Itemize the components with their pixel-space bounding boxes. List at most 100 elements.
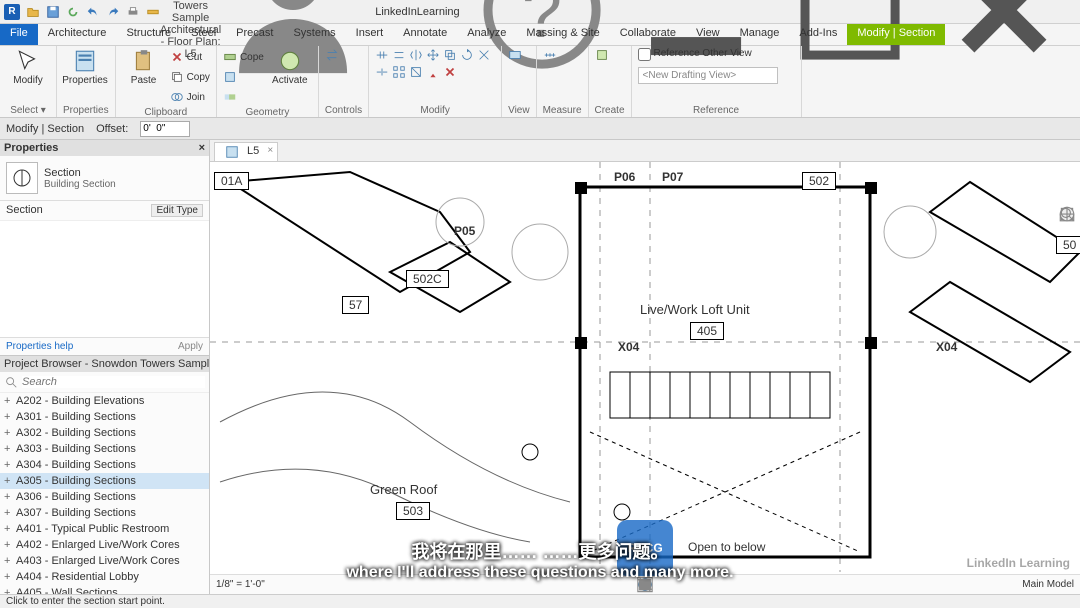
cut-geom-button[interactable] — [223, 68, 264, 86]
annotation: Open to below — [688, 540, 765, 554]
tab-close-icon[interactable]: × — [267, 145, 273, 156]
project-browser-item[interactable]: A401 - Typical Public Restroom — [0, 521, 209, 537]
context-label: Modify | Section — [6, 123, 84, 135]
grid-label: P06 — [614, 170, 635, 184]
canvas[interactable]: P06 P07 P05 01A 502 50 502C 57 X04 X04 L… — [210, 162, 1080, 594]
ref-view-dropdown[interactable]: <New Drafting View> — [638, 67, 778, 84]
project-browser-item[interactable]: A402 - Enlarged Live/Work Cores — [0, 537, 209, 553]
ribbon-group-properties: Properties Properties — [57, 46, 116, 117]
search-icon — [4, 375, 18, 389]
tab-insert[interactable]: Insert — [346, 24, 394, 45]
edit-type-button[interactable]: Edit Type — [151, 204, 203, 217]
cut-geom-icon — [223, 70, 237, 84]
left-panels: Properties× Section Building Section Sec… — [0, 140, 210, 594]
array-icon[interactable] — [392, 65, 406, 79]
properties-label: Properties — [62, 76, 108, 86]
panel-close-icon[interactable]: × — [199, 142, 205, 154]
cope-button[interactable]: Cope — [223, 48, 264, 66]
pin-icon[interactable] — [426, 65, 440, 79]
view-control-bar: 1/8" = 1'-0" Main Model — [210, 574, 1080, 594]
print-icon[interactable] — [126, 5, 140, 19]
cut-icon — [170, 50, 184, 64]
trim-icon[interactable] — [477, 48, 491, 62]
join-button[interactable]: Join — [170, 88, 210, 106]
redo-icon[interactable] — [106, 5, 120, 19]
project-browser-item[interactable]: A301 - Building Sections — [0, 409, 209, 425]
split-icon[interactable] — [375, 65, 389, 79]
copy-button[interactable]: Copy — [170, 68, 210, 86]
menu-bar: File Architecture Structure Steel Precas… — [0, 24, 1080, 46]
crop-icon[interactable] — [361, 578, 375, 592]
project-browser-item[interactable]: A306 - Building Sections — [0, 489, 209, 505]
join-geom-button[interactable] — [223, 88, 264, 106]
properties-help-link[interactable]: Properties help — [6, 341, 73, 352]
scale-icon[interactable] — [409, 65, 423, 79]
tab-modify-section[interactable]: Modify | Section — [847, 24, 945, 45]
flip-icon[interactable] — [325, 48, 339, 62]
view-icon[interactable] — [508, 48, 522, 62]
signin-name[interactable]: LinkedInLearning — [375, 6, 459, 18]
create-icon[interactable] — [595, 48, 609, 62]
align-icon[interactable] — [375, 48, 389, 62]
tab-structure[interactable]: Structure — [116, 24, 181, 45]
status-bar: Click to enter the section start point. — [0, 594, 1080, 608]
ref-other-view-checkbox[interactable]: Reference Other View — [638, 48, 752, 61]
open-icon[interactable] — [26, 5, 40, 19]
ribbon-group-select: Modify Select ▾ — [0, 46, 57, 117]
cut-button[interactable]: Cut — [170, 48, 210, 66]
offset-icon[interactable] — [392, 48, 406, 62]
tab-manage[interactable]: Manage — [730, 24, 790, 45]
mirror-icon[interactable] — [409, 48, 423, 62]
main-area: Properties× Section Building Section Sec… — [0, 140, 1080, 594]
project-browser-item[interactable]: A403 - Enlarged Live/Work Cores — [0, 553, 209, 569]
project-browser-item[interactable]: A202 - Building Elevations — [0, 393, 209, 409]
offset-input[interactable] — [140, 121, 190, 137]
properties-button[interactable]: Properties — [63, 48, 107, 86]
tab-annotate[interactable]: Annotate — [393, 24, 457, 45]
activate-button[interactable]: Activate — [268, 48, 312, 86]
save-icon[interactable] — [46, 5, 60, 19]
room-name: Green Roof — [370, 482, 437, 497]
room-name: Live/Work Loft Unit — [640, 302, 750, 317]
project-browser-search[interactable] — [22, 376, 205, 388]
instance-label: Section — [6, 204, 43, 217]
view-tab-l5[interactable]: L5 × — [214, 142, 278, 161]
project-browser-item[interactable]: A304 - Building Sections — [0, 457, 209, 473]
tab-addins[interactable]: Add-Ins — [789, 24, 847, 45]
tab-file[interactable]: File — [0, 24, 38, 45]
apply-button[interactable]: Apply — [178, 341, 203, 352]
measure-icon[interactable] — [146, 5, 160, 19]
tab-steel[interactable]: Steel — [181, 24, 226, 45]
tab-architecture[interactable]: Architecture — [38, 24, 117, 45]
paste-button[interactable]: Paste — [122, 48, 166, 86]
tab-view[interactable]: View — [686, 24, 730, 45]
rotate-icon[interactable] — [460, 48, 474, 62]
tab-precast[interactable]: Precast — [226, 24, 283, 45]
tab-analyze[interactable]: Analyze — [457, 24, 516, 45]
project-browser-item[interactable]: A305 - Building Sections — [0, 473, 209, 489]
close-icon[interactable] — [932, 0, 1076, 85]
section-thumb-icon — [6, 162, 38, 194]
project-browser-item[interactable]: A302 - Building Sections — [0, 425, 209, 441]
project-browser-item[interactable]: A307 - Building Sections — [0, 505, 209, 521]
project-browser-item[interactable]: A405 - Wall Sections — [0, 585, 209, 594]
project-browser-item[interactable]: A303 - Building Sections — [0, 441, 209, 457]
project-browser-item[interactable]: A404 - Residential Lobby — [0, 569, 209, 585]
paste-icon — [131, 48, 157, 74]
copy-mod-icon[interactable] — [443, 48, 457, 62]
room-tag: 503 — [396, 502, 430, 520]
measure-button-icon[interactable] — [543, 48, 557, 62]
grid-label: X04 — [936, 340, 957, 354]
title-bar: R Autodesk Revit - Snowdon Towers Sample… — [0, 0, 1080, 24]
sync-icon[interactable] — [66, 5, 80, 19]
tab-massing[interactable]: Massing & Site — [516, 24, 609, 45]
delete-icon[interactable] — [443, 65, 457, 79]
undo-icon[interactable] — [86, 5, 100, 19]
tab-collaborate[interactable]: Collaborate — [610, 24, 686, 45]
tab-systems[interactable]: Systems — [283, 24, 345, 45]
zoom-icon[interactable] — [1058, 246, 1074, 262]
modify-button[interactable]: Modify — [6, 48, 50, 86]
project-browser-panel: Project Browser - Snowdon Towers Sample … — [0, 356, 209, 594]
type-selector[interactable]: Section Building Section — [0, 156, 209, 201]
move-icon[interactable] — [426, 48, 440, 62]
